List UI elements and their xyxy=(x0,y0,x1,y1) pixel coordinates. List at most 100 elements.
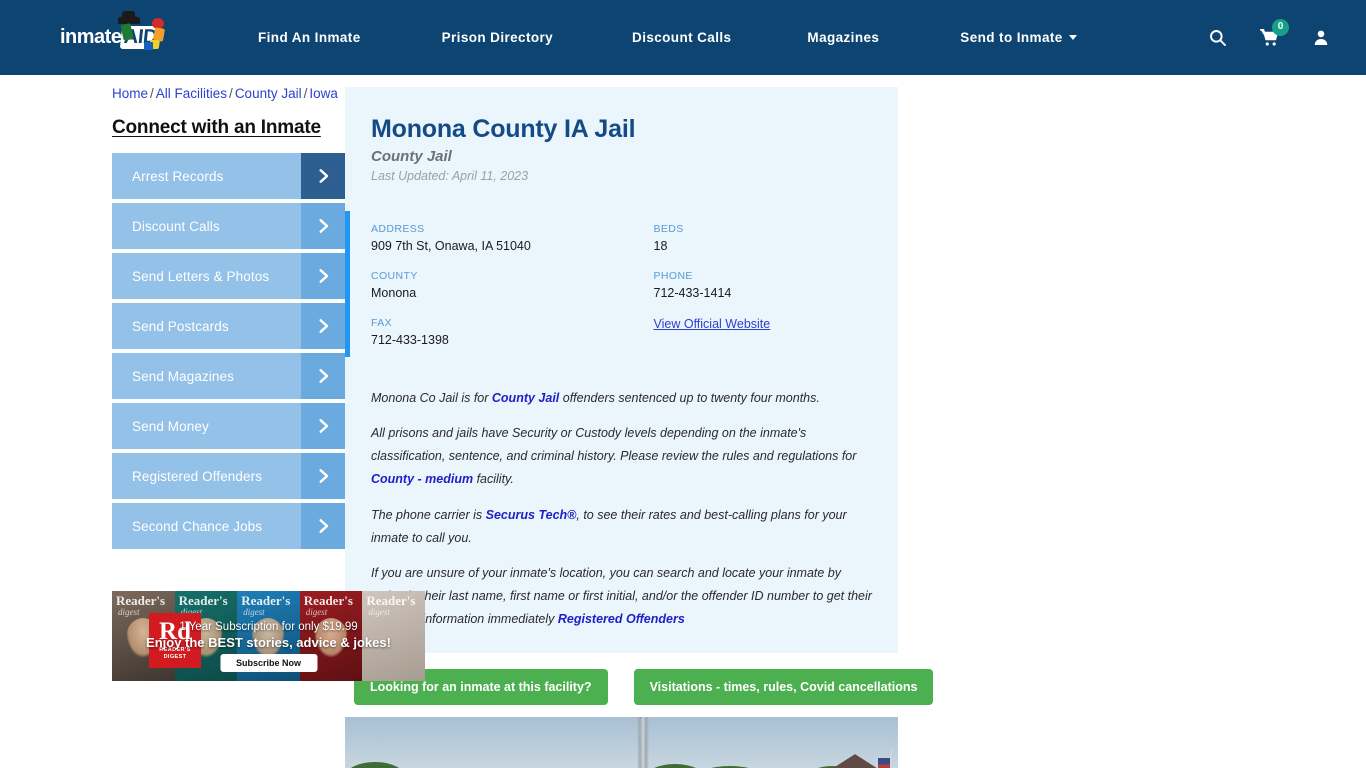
main-content: Monona County IA Jail County Jail Last U… xyxy=(345,75,1366,768)
chevron-right-icon xyxy=(301,503,345,549)
field-label: PHONE xyxy=(653,270,693,282)
advertisement-banner[interactable]: Reader's digest Reader's digest Reader's… xyxy=(112,591,425,681)
field-label: COUNTY xyxy=(371,270,418,282)
chevron-right-icon xyxy=(301,253,345,299)
page-title: Monona County IA Jail xyxy=(371,115,636,143)
description-paragraph-1: Monona Co Jail is for County Jail offend… xyxy=(371,387,872,410)
site-header: inmateAID Find An Inmate Prison Director… xyxy=(0,0,1366,75)
sidebar-item-label: Second Chance Jobs xyxy=(132,518,263,534)
last-updated: Last Updated: April 11, 2023 xyxy=(371,169,529,183)
ad-headline: 1 Year Subscription for only $19.99 xyxy=(179,621,358,633)
field-value: 909 7th St, Onawa, IA 51040 xyxy=(371,239,531,253)
paragraph-text: facility. xyxy=(473,472,514,487)
sidebar-item-label: Send Money xyxy=(132,418,209,434)
facility-info-block: ADDRESS 909 7th St, Onawa, IA 51040 COUN… xyxy=(345,211,898,357)
flagpole xyxy=(890,750,892,768)
sidebar-item-label: Arrest Records xyxy=(132,168,224,184)
ad-brand-line1: Reader's xyxy=(241,594,291,607)
chevron-down-icon xyxy=(1068,35,1077,40)
flag-icon xyxy=(878,758,890,768)
sidebar-item-label: Send Letters & Photos xyxy=(132,268,270,284)
facility-info-left-column: ADDRESS 909 7th St, Onawa, IA 51040 COUN… xyxy=(371,223,622,347)
facility-type: County Jail xyxy=(371,148,452,165)
link-county-medium[interactable]: County - medium xyxy=(371,472,473,486)
paragraph-text: All prisons and jails have Security or C… xyxy=(371,426,857,464)
ad-subscribe-button[interactable]: Subscribe Now xyxy=(219,654,318,672)
sidebar-item-send-magazines[interactable]: Send Magazines xyxy=(112,353,345,399)
nav-label: Discount Calls xyxy=(632,30,732,45)
field-value: Monona xyxy=(371,286,417,300)
facility-description: Monona Co Jail is for County Jail offend… xyxy=(345,387,898,631)
ad-brand-line1: Reader's xyxy=(178,594,228,607)
chevron-right-icon xyxy=(301,353,345,399)
sidebar-item-send-postcards[interactable]: Send Postcards xyxy=(112,303,345,349)
description-paragraph-4: If you are unsure of your inmate's locat… xyxy=(371,562,872,631)
nav-label: Magazines xyxy=(807,30,880,45)
field-value: 18 xyxy=(653,239,668,253)
field-label: ADDRESS xyxy=(371,223,425,235)
sidebar-item-label: Send Magazines xyxy=(132,368,234,384)
visitations-button[interactable]: Visitations - times, rules, Covid cancel… xyxy=(633,669,934,706)
main-navigation: Find An Inmate Prison Directory Discount… xyxy=(250,24,1208,51)
cart-count-badge: 0 xyxy=(1272,18,1289,36)
logo-blue-shape-icon xyxy=(144,41,153,50)
sidebar-item-label: Send Postcards xyxy=(132,318,229,334)
field-phone: PHONE 712-433-1414 xyxy=(654,270,873,300)
ad-subheadline: Enjoy the BEST stories, advice & jokes! xyxy=(146,635,391,650)
sidebar-item-send-money[interactable]: Send Money xyxy=(112,403,345,449)
facility-street-view-image xyxy=(345,717,898,768)
ad-brand-line1: Reader's xyxy=(116,594,166,607)
chevron-right-icon xyxy=(301,303,345,349)
sidebar-item-second-chance-jobs[interactable]: Second Chance Jobs xyxy=(112,503,345,549)
paragraph-text: Monona Co Jail is for xyxy=(371,391,492,405)
chevron-right-icon xyxy=(301,153,345,199)
sidebar-item-registered-offenders[interactable]: Registered Offenders xyxy=(112,453,345,499)
action-button-group: Looking for an inmate at this facility? … xyxy=(345,669,1366,706)
field-value: 712-433-1414 xyxy=(653,286,732,300)
description-paragraph-3: The phone carrier is Securus Tech®, to s… xyxy=(371,504,872,550)
sidebar-item-send-letters-photos[interactable]: Send Letters & Photos xyxy=(112,253,345,299)
nav-item-send-to-inmate[interactable]: Send to Inmate xyxy=(960,24,1077,51)
field-fax: FAX 712-433-1398 xyxy=(371,317,622,347)
sidebar-item-list: Arrest Records Discount Calls Send Lette… xyxy=(112,153,345,549)
chevron-right-icon xyxy=(301,403,345,449)
link-registered-offenders[interactable]: Registered Offenders xyxy=(558,612,685,626)
paragraph-text: offenders sentenced up to twenty four mo… xyxy=(559,391,820,405)
sidebar: Connect with an Inmate Arrest Records Di… xyxy=(0,75,425,768)
official-website-link[interactable]: View Official Website xyxy=(654,317,873,331)
nav-item-discount-calls[interactable]: Discount Calls xyxy=(632,24,731,51)
sidebar-item-discount-calls[interactable]: Discount Calls xyxy=(112,203,345,249)
field-website: View Official Website xyxy=(654,317,873,331)
link-county-jail[interactable]: County Jail xyxy=(492,391,559,405)
ad-brand-line1: Reader's xyxy=(366,594,416,607)
ad-brand-line2: digest xyxy=(118,607,140,617)
field-address: ADDRESS 909 7th St, Onawa, IA 51040 xyxy=(371,223,622,253)
field-label: BEDS xyxy=(653,223,684,235)
search-icon[interactable] xyxy=(1208,28,1227,47)
sidebar-item-arrest-records[interactable]: Arrest Records xyxy=(112,153,345,199)
page-body: Connect with an Inmate Arrest Records Di… xyxy=(0,75,1366,768)
sidebar-item-label: Discount Calls xyxy=(132,218,220,234)
ad-brand-line2: digest xyxy=(305,607,328,617)
nav-item-prison-directory[interactable]: Prison Directory xyxy=(442,24,553,51)
treeline-region xyxy=(345,752,898,768)
facility-panel: Monona County IA Jail County Jail Last U… xyxy=(345,87,898,654)
field-county: COUNTY Monona xyxy=(371,270,622,300)
ad-brand-line2: digest xyxy=(243,607,265,617)
header-icon-group: 0 xyxy=(1208,18,1342,48)
facility-info-right-column: BEDS 18 PHONE 712-433-1414 View Official… xyxy=(622,223,873,347)
nav-item-magazines[interactable]: Magazines xyxy=(807,24,879,51)
field-label: FAX xyxy=(371,317,393,329)
chevron-right-icon xyxy=(301,453,345,499)
logo-hat-icon xyxy=(118,10,140,24)
field-value: 712-433-1398 xyxy=(371,333,449,347)
link-securus-tech[interactable]: Securus Tech® xyxy=(486,508,577,522)
site-logo[interactable]: inmateAID xyxy=(60,10,190,64)
ad-brand-line1: Reader's xyxy=(303,594,353,607)
nav-item-find-an-inmate[interactable]: Find An Inmate xyxy=(258,24,361,51)
radio-tower xyxy=(637,717,649,768)
cart-icon[interactable]: 0 xyxy=(1259,18,1289,48)
paragraph-text: The phone carrier is xyxy=(371,507,486,522)
user-icon[interactable] xyxy=(1312,28,1330,47)
nav-label: Find An Inmate xyxy=(258,30,361,45)
